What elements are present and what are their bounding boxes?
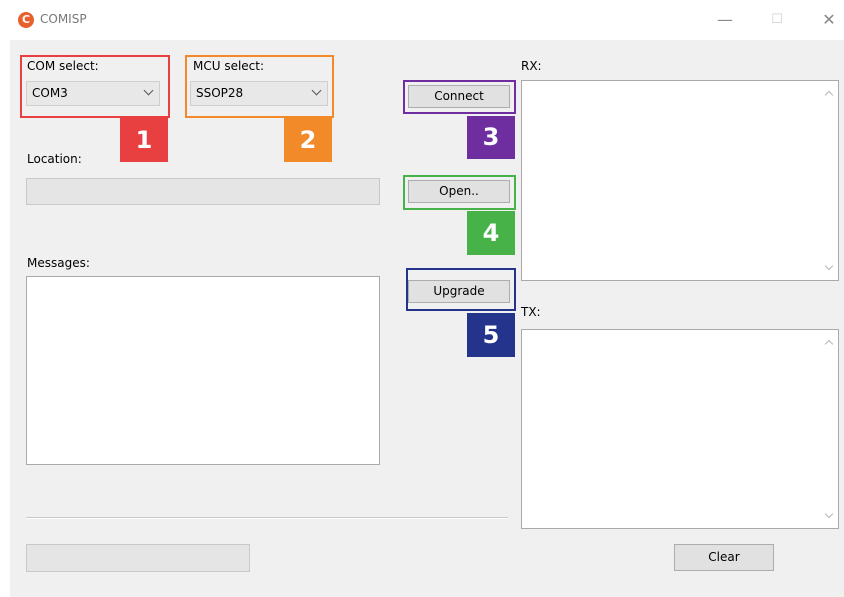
close-button[interactable]: ✕ <box>814 8 844 32</box>
scroll-up-icon[interactable] <box>824 339 834 349</box>
step-badge-2: 2 <box>284 118 332 162</box>
status-field <box>26 544 250 572</box>
highlight-frame-1 <box>20 55 170 118</box>
location-field[interactable] <box>26 178 380 205</box>
scroll-down-icon[interactable] <box>824 261 834 271</box>
highlight-frame-4 <box>403 175 516 210</box>
messages-textbox[interactable] <box>26 276 380 465</box>
step-badge-1: 1 <box>120 118 168 162</box>
rx-label: RX: <box>521 59 542 73</box>
step-badge-4: 4 <box>467 211 515 255</box>
window-title: COMISP <box>40 12 87 26</box>
highlight-frame-2 <box>185 55 334 118</box>
scroll-down-icon[interactable] <box>824 509 834 519</box>
comisp-window: C COMISP — ☐ ✕ COM select: COM3 1 MCU se… <box>10 0 844 597</box>
maximize-button[interactable]: ☐ <box>762 8 792 32</box>
step-badge-5: 5 <box>467 313 515 357</box>
tx-label: TX: <box>521 305 541 319</box>
minimize-button[interactable]: — <box>710 8 740 32</box>
clear-button[interactable]: Clear <box>674 544 774 571</box>
separator-line <box>26 517 508 519</box>
highlight-frame-3 <box>403 80 516 114</box>
highlight-frame-5 <box>406 268 516 311</box>
scroll-up-icon[interactable] <box>824 90 834 100</box>
app-logo-icon: C <box>18 12 34 28</box>
messages-label: Messages: <box>27 256 90 270</box>
location-label: Location: <box>27 152 82 166</box>
tx-textbox[interactable] <box>521 329 839 529</box>
rx-textbox[interactable] <box>521 80 839 281</box>
step-badge-3: 3 <box>467 116 515 159</box>
title-bar: C COMISP — ☐ ✕ <box>10 0 844 40</box>
